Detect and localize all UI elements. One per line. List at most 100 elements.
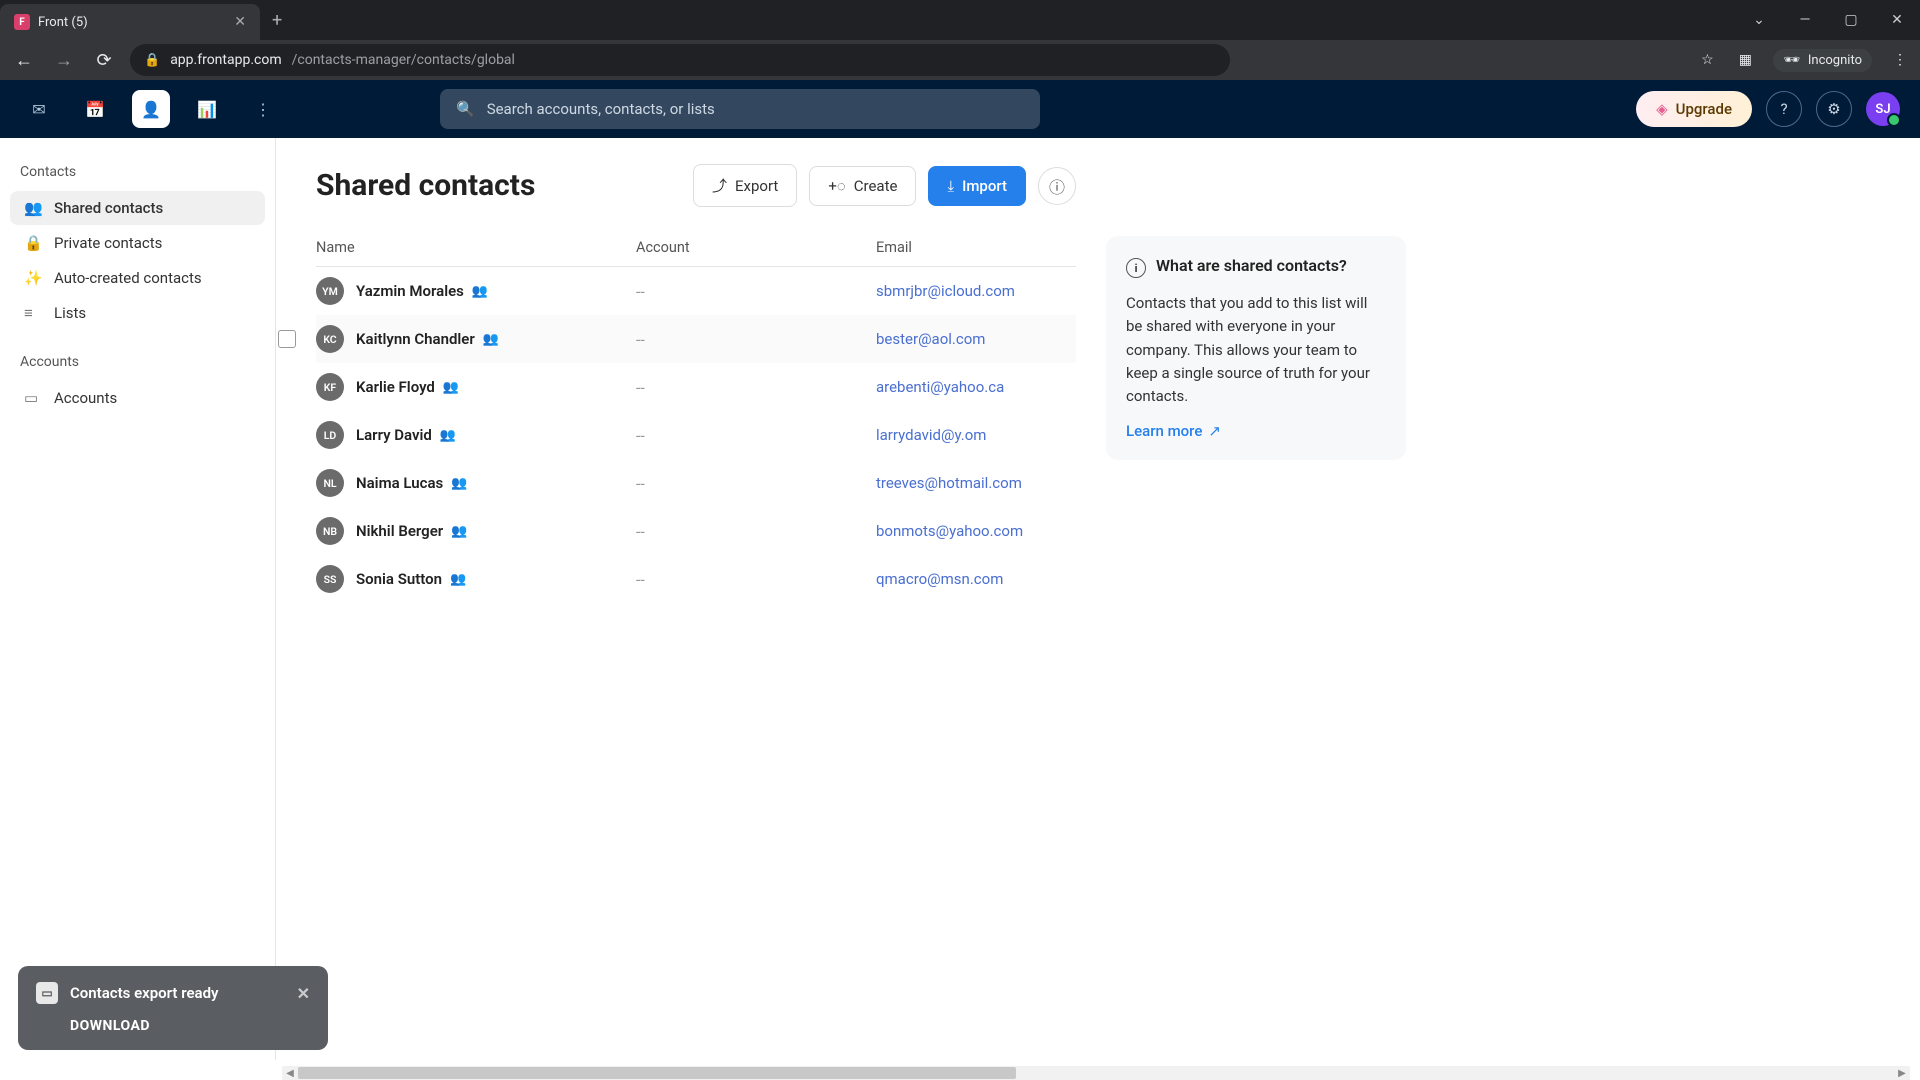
import-icon: ⤓: [947, 177, 954, 195]
settings-button[interactable]: ⚙: [1816, 91, 1852, 127]
incognito-badge[interactable]: 🕶 Incognito: [1773, 49, 1872, 72]
sidebar-icon: ≡: [24, 304, 42, 322]
new-tab-button[interactable]: +: [260, 10, 294, 31]
contact-account: --: [636, 426, 876, 445]
contact-email[interactable]: sbmrjbr@icloud.com: [876, 282, 1076, 300]
sidebar-item-lists[interactable]: ≡ Lists: [10, 296, 265, 330]
url-field[interactable]: 🔒 app.frontapp.com/contacts-manager/cont…: [130, 44, 1230, 76]
info-button[interactable]: ⓘ: [1038, 167, 1076, 205]
contacts-nav-icon[interactable]: 👤: [132, 90, 170, 128]
contact-name: Nikhil Berger 👥: [356, 522, 467, 540]
search-icon: 🔍: [456, 100, 475, 118]
table-row[interactable]: KC Kaitlynn Chandler 👥 --bester@aol.com: [316, 315, 1076, 363]
table-row[interactable]: NLNaima Lucas 👥--treeves@hotmail.com: [316, 459, 1076, 507]
col-header-account[interactable]: Account: [636, 239, 876, 256]
contact-email[interactable]: qmacro@msn.com: [876, 570, 1076, 588]
contact-account: --: [636, 330, 876, 349]
window-controls: ⌄ — ▢ ✕: [1736, 0, 1920, 40]
more-nav-icon[interactable]: ⋮: [244, 90, 282, 128]
shared-icon: 👥: [443, 380, 459, 395]
shared-icon: 👥: [451, 524, 467, 539]
col-header-email[interactable]: Email: [876, 239, 1076, 256]
sidebar-icon: 👥: [24, 199, 42, 217]
reload-button[interactable]: ⟳: [90, 50, 118, 71]
contact-name: Naima Lucas 👥: [356, 474, 467, 492]
horizontal-scrollbar[interactable]: ◀ ▶: [282, 1066, 1910, 1080]
sidebar-item-label: Private contacts: [54, 234, 162, 252]
analytics-nav-icon[interactable]: 📊: [188, 90, 226, 128]
shared-icon: 👥: [483, 332, 499, 347]
shared-icon: 👥: [450, 572, 466, 587]
sidebar-section-accounts: Accounts: [10, 348, 265, 380]
help-button[interactable]: ?: [1766, 91, 1802, 127]
table-header: Name Account Email: [316, 229, 1076, 267]
info-panel: i What are shared contacts? Contacts that…: [1106, 236, 1406, 460]
tab-bar: F Front (5) ✕ + ⌄ — ▢ ✕: [0, 0, 1920, 40]
contact-name: Yazmin Morales 👥: [356, 282, 488, 300]
contact-name: Larry David 👥: [356, 426, 456, 444]
contact-avatar: NL: [316, 469, 344, 497]
contact-email[interactable]: larrydavid@y.om: [876, 426, 1076, 444]
learn-more-link[interactable]: Learn more ↗: [1126, 422, 1386, 440]
minimize-icon[interactable]: —: [1782, 0, 1828, 40]
contact-email[interactable]: bonmots@yahoo.com: [876, 522, 1076, 540]
sidebar-item-accounts[interactable]: ▭Accounts: [10, 381, 265, 415]
toast-download-button[interactable]: DOWNLOAD: [70, 1018, 310, 1034]
info-panel-title: What are shared contacts?: [1156, 256, 1347, 275]
contact-name: Kaitlynn Chandler 👥: [356, 330, 499, 348]
create-icon: +◌: [828, 177, 845, 195]
close-window-icon[interactable]: ✕: [1874, 0, 1920, 40]
inbox-nav-icon[interactable]: ✉: [20, 90, 58, 128]
address-bar: ← → ⟳ 🔒 app.frontapp.com/contacts-manage…: [0, 40, 1920, 80]
lock-icon: 🔒: [144, 53, 160, 68]
col-header-name[interactable]: Name: [316, 239, 636, 256]
contact-avatar: KF: [316, 373, 344, 401]
sidebar-item-auto-created-contacts[interactable]: ✨Auto-created contacts: [10, 261, 265, 295]
info-icon: i: [1126, 258, 1146, 278]
scroll-left-icon[interactable]: ◀: [282, 1068, 298, 1079]
shared-icon: 👥: [440, 428, 456, 443]
table-row[interactable]: LDLarry David 👥--larrydavid@y.om: [316, 411, 1076, 459]
sidebar-icon: ✨: [24, 269, 42, 287]
contact-email[interactable]: arebenti@yahoo.ca: [876, 378, 1076, 396]
forward-button[interactable]: →: [50, 50, 78, 71]
contact-account: --: [636, 522, 876, 541]
calendar-nav-icon[interactable]: 📅: [76, 90, 114, 128]
info-panel-body: Contacts that you add to this list will …: [1126, 292, 1386, 408]
browser-tab[interactable]: F Front (5) ✕: [0, 4, 260, 40]
contact-email[interactable]: bester@aol.com: [876, 330, 1076, 348]
sidebar-item-private-contacts[interactable]: 🔒Private contacts: [10, 226, 265, 260]
toast-close-button[interactable]: ✕: [297, 984, 310, 1003]
tab-close-icon[interactable]: ✕: [234, 14, 246, 30]
favicon-icon: F: [14, 14, 30, 30]
export-button[interactable]: ⤴Export: [693, 164, 797, 207]
contacts-table: Name Account Email YM Yazmin Morales 👥 -- s…: [316, 229, 1076, 603]
create-button[interactable]: +◌Create: [809, 166, 916, 206]
contact-icon: ▭: [36, 982, 58, 1004]
row-checkbox[interactable]: [278, 330, 296, 348]
back-button[interactable]: ←: [10, 50, 38, 71]
scroll-thumb[interactable]: [298, 1067, 1016, 1079]
scroll-right-icon[interactable]: ▶: [1894, 1068, 1910, 1079]
sidebar-item-label: Lists: [54, 304, 86, 322]
contact-email[interactable]: treeves@hotmail.com: [876, 474, 1076, 492]
table-row[interactable]: NBNikhil Berger 👥--bonmots@yahoo.com: [316, 507, 1076, 555]
table-row[interactable]: KFKarlie Floyd 👥--arebenti@yahoo.ca: [316, 363, 1076, 411]
bookmark-icon[interactable]: ☆: [1697, 50, 1717, 70]
search-input[interactable]: 🔍 Search accounts, contacts, or lists: [440, 89, 1040, 129]
upgrade-button[interactable]: ◈ Upgrade: [1636, 91, 1752, 127]
chevron-down-icon[interactable]: ⌄: [1736, 0, 1782, 40]
contact-avatar: KC: [316, 325, 344, 353]
extensions-icon[interactable]: ▦: [1735, 50, 1755, 70]
maximize-icon[interactable]: ▢: [1828, 0, 1874, 40]
sidebar-item-shared-contacts[interactable]: 👥Shared contacts: [10, 191, 265, 225]
contact-avatar: SS: [316, 565, 344, 593]
browser-menu-icon[interactable]: ⋮: [1890, 50, 1910, 70]
table-row[interactable]: YMYazmin Morales 👥--sbmrjbr@icloud.com: [316, 267, 1076, 315]
contact-avatar: YM: [316, 277, 344, 305]
incognito-label: Incognito: [1808, 53, 1862, 68]
gem-icon: ◈: [1656, 100, 1668, 118]
import-button[interactable]: ⤓Import: [928, 166, 1026, 206]
table-row[interactable]: SSSonia Sutton 👥--qmacro@msn.com: [316, 555, 1076, 603]
user-avatar[interactable]: SJ: [1866, 92, 1900, 126]
